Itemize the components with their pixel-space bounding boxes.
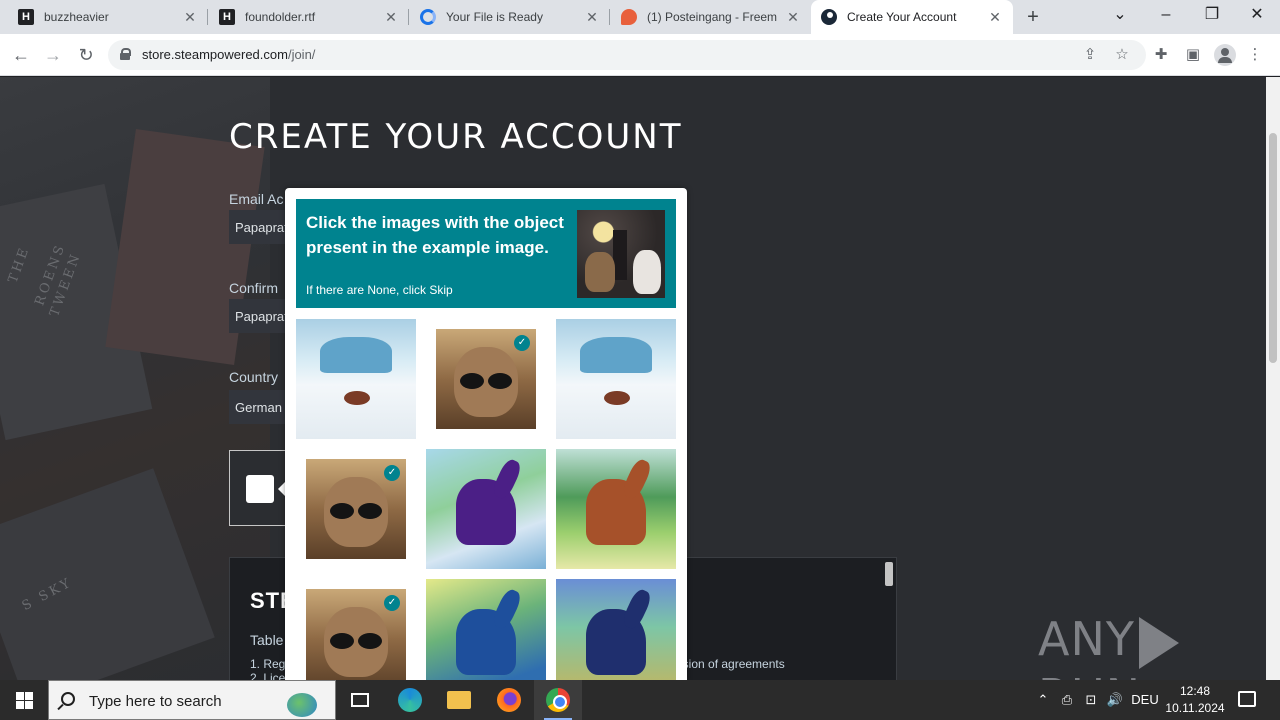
- tab-buzzheavier[interactable]: H buzzheavier ✕: [8, 0, 208, 34]
- page-title: CREATE YOUR ACCOUNT: [229, 117, 683, 157]
- captcha-challenge-dialog: Click the images with the object present…: [285, 188, 687, 680]
- close-icon[interactable]: ✕: [584, 9, 600, 25]
- agreement-toc-item[interactable]: usion of agreements: [676, 657, 785, 671]
- taskbar-search-box[interactable]: Type here to search: [48, 680, 336, 720]
- captcha-tile-7[interactable]: ✓: [306, 589, 406, 680]
- tab-title: buzzheavier: [44, 10, 109, 24]
- h-icon: H: [18, 9, 34, 25]
- captcha-prompt-text: Click the images with the object present…: [306, 213, 564, 257]
- chrome-icon: [546, 688, 570, 712]
- tab-title: foundolder.rtf: [245, 10, 316, 24]
- taskbar-edge[interactable]: [386, 680, 434, 720]
- mail-icon: [621, 9, 637, 25]
- url-text[interactable]: store.steampowered.com/join/: [142, 47, 315, 62]
- tab-title: Your File is Ready: [446, 10, 543, 24]
- confirm-email-label: Confirm: [229, 280, 279, 296]
- tab-title: (1) Posteingang - Freem: [647, 10, 778, 24]
- profile-avatar[interactable]: [1214, 44, 1236, 66]
- email-label: Email Ac: [229, 191, 284, 207]
- agreement-toc-item[interactable]: 1. Reg: [250, 657, 285, 671]
- taskbar-file-explorer[interactable]: [435, 680, 483, 720]
- play-triangle-icon: [1138, 616, 1179, 669]
- tab-posteingang[interactable]: (1) Posteingang - Freem ✕: [611, 0, 811, 34]
- captcha-hint-text: If there are None, click Skip: [306, 283, 453, 297]
- taskbar-clock[interactable]: 12:48 10.11.2024: [1160, 683, 1230, 717]
- loading-icon: [420, 9, 436, 25]
- page-scrollbar[interactable]: [1266, 77, 1280, 680]
- forward-arrow-icon[interactable]: →: [40, 42, 66, 68]
- reload-icon[interactable]: ↻: [73, 42, 99, 68]
- scrollbar-thumb[interactable]: [1269, 133, 1277, 363]
- input-language[interactable]: DEU: [1130, 680, 1160, 720]
- folder-icon: [447, 691, 471, 709]
- extensions-puzzle-icon[interactable]: ✚: [1150, 44, 1172, 66]
- windows-taskbar: Type here to search ⌃ ⎙ ⊡ 🔊 DEU 12:48 10…: [0, 680, 1280, 720]
- search-icon: [61, 692, 75, 706]
- tray-chevron-up-icon[interactable]: ⌃: [1034, 680, 1052, 720]
- task-view-icon: [351, 693, 369, 707]
- close-icon[interactable]: ✕: [383, 9, 399, 25]
- address-bar[interactable]: store.steampowered.com/join/ ⇪ ☆: [108, 40, 1146, 70]
- minimize-icon[interactable]: –: [1143, 0, 1189, 34]
- agreement-toc-item[interactable]: 2. Lice: [250, 671, 285, 680]
- agreement-scrollbar[interactable]: [885, 562, 893, 586]
- tab-title: Create Your Account: [847, 10, 957, 24]
- captcha-tile-8[interactable]: [426, 579, 546, 680]
- close-icon[interactable]: ✕: [785, 9, 801, 25]
- captcha-prompt: Click the images with the object present…: [296, 199, 676, 308]
- h-icon: H: [219, 9, 235, 25]
- tab-create-your-account[interactable]: Create Your Account ✕: [811, 0, 1013, 34]
- confirm-email-field[interactable]: Papaprat: [229, 299, 287, 333]
- selected-check-icon: ✓: [384, 595, 400, 611]
- taskbar-firefox[interactable]: [485, 680, 533, 720]
- volume-icon[interactable]: 🔊: [1106, 680, 1124, 720]
- edge-icon: [398, 688, 422, 712]
- menu-kebab-icon[interactable]: ⋮: [1244, 44, 1266, 66]
- new-tab-button[interactable]: +: [1022, 6, 1044, 28]
- lock-icon[interactable]: [120, 48, 131, 60]
- example-image: [576, 209, 666, 299]
- notification-icon[interactable]: [1238, 691, 1256, 707]
- selected-check-icon: ✓: [384, 465, 400, 481]
- restore-icon[interactable]: ❐: [1189, 0, 1235, 34]
- captcha-tile-2[interactable]: ✓: [436, 329, 536, 429]
- agreement-toc-label: Table: [250, 632, 284, 648]
- bookmark-star-icon[interactable]: ☆: [1112, 45, 1132, 65]
- network-icon[interactable]: ⊡: [1082, 680, 1100, 720]
- share-icon[interactable]: ⇪: [1080, 45, 1100, 65]
- browser-toolbar: ← → ↻ store.steampowered.com/join/ ⇪ ☆ ✚…: [0, 34, 1280, 76]
- captcha-tile-4[interactable]: ✓: [306, 459, 406, 559]
- side-panel-icon[interactable]: ▣: [1182, 44, 1204, 66]
- selected-check-icon: ✓: [514, 335, 530, 351]
- task-view-button[interactable]: [336, 680, 384, 720]
- country-label: Country: [229, 369, 279, 385]
- firefox-icon: [497, 688, 521, 712]
- close-icon[interactable]: ✕: [987, 9, 1003, 25]
- captcha-tile-3[interactable]: [556, 319, 676, 439]
- tab-search-chevron-icon[interactable]: ⌄: [1097, 0, 1143, 34]
- close-icon[interactable]: ✕: [182, 9, 198, 25]
- search-highlight-icon: [275, 685, 331, 717]
- anyrun-watermark: ANYRUN: [1038, 612, 1266, 680]
- tab-strip: H buzzheavier ✕ H foundolder.rtf ✕ Your …: [0, 0, 1280, 34]
- steam-icon: [821, 9, 837, 25]
- email-field[interactable]: Papaprat: [229, 210, 287, 244]
- back-arrow-icon[interactable]: ←: [8, 42, 34, 68]
- meet-now-icon[interactable]: ⎙: [1058, 680, 1076, 720]
- captcha-tile-9[interactable]: [556, 579, 676, 680]
- captcha-checkbox-widget[interactable]: [229, 450, 287, 526]
- close-window-icon[interactable]: ✕: [1234, 0, 1280, 34]
- captcha-tile-1[interactable]: [296, 319, 416, 439]
- tab-foundolder[interactable]: H foundolder.rtf ✕: [209, 0, 409, 34]
- captcha-tile-6[interactable]: [556, 449, 676, 569]
- country-select[interactable]: German: [229, 390, 287, 424]
- tab-your-file-is-ready[interactable]: Your File is Ready ✕: [410, 0, 610, 34]
- windows-logo-icon: [16, 692, 24, 700]
- captcha-checkbox[interactable]: [246, 475, 274, 503]
- search-placeholder: Type here to search: [89, 693, 222, 710]
- captcha-tile-5[interactable]: [426, 449, 546, 569]
- start-button[interactable]: [0, 680, 48, 720]
- taskbar-chrome[interactable]: [534, 680, 582, 720]
